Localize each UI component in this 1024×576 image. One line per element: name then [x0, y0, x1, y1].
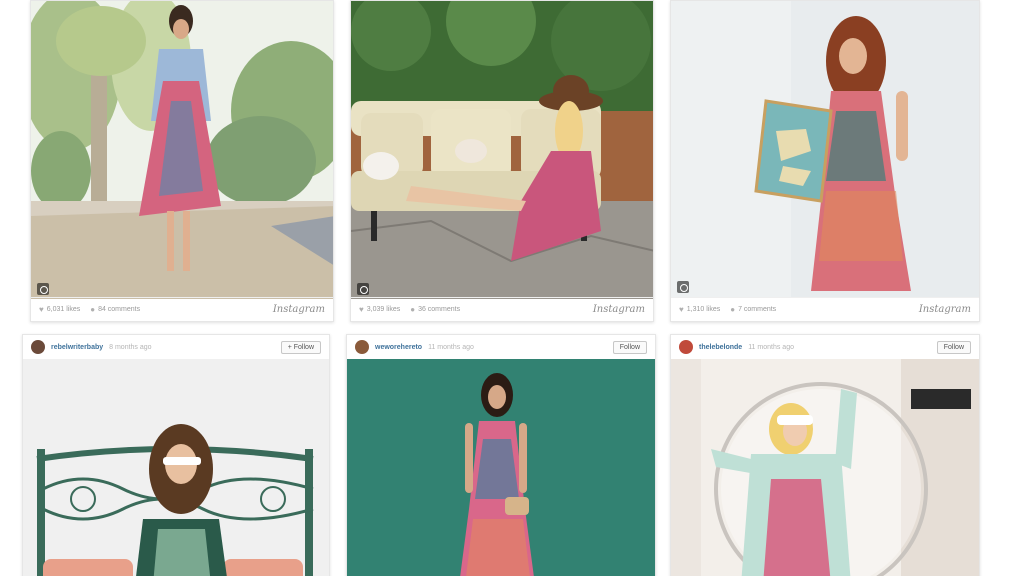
avatar[interactable]: [679, 340, 693, 354]
post-card[interactable]: ♥ 1,310 likes ● 7 comments Instagram: [670, 0, 980, 322]
follow-button[interactable]: + Follow: [280, 340, 321, 354]
patio-scene: [351, 1, 653, 299]
post-header: rebelwriterbaby 8 months ago + Follow: [23, 335, 329, 359]
post-photo[interactable]: [671, 1, 979, 297]
follow-button[interactable]: Follow: [612, 340, 647, 354]
post-footer: ♥ 3,039 likes ● 36 comments Instagram: [351, 297, 653, 321]
avatar[interactable]: [355, 340, 369, 354]
post-footer: ♥ 1,310 likes ● 7 comments Instagram: [671, 297, 979, 321]
instagram-logo[interactable]: Instagram: [919, 304, 971, 315]
post-photo[interactable]: [351, 1, 653, 299]
post-photo[interactable]: [23, 359, 329, 576]
likes-count[interactable]: ♥ 6,031 likes: [39, 305, 80, 314]
instagram-logo[interactable]: Instagram: [273, 304, 325, 315]
post-card[interactable]: thelebelonde 11 months ago Follow: [670, 334, 980, 576]
username[interactable]: weworehereto: [375, 344, 422, 351]
comment-icon: ●: [410, 305, 416, 314]
comments-count[interactable]: ● 84 comments: [90, 305, 140, 314]
comment-icon: ●: [730, 305, 736, 314]
bed-scene: [23, 359, 329, 576]
comments-count[interactable]: ● 7 comments: [730, 305, 776, 314]
time-ago: 11 months ago: [748, 343, 794, 351]
post-footer: ♥ 6,031 likes ● 84 comments Instagram: [31, 297, 333, 321]
post-card[interactable]: rebelwriterbaby 8 months ago + Follow: [22, 334, 330, 576]
post-card[interactable]: ♥ 6,031 likes ● 84 comments Instagram: [30, 0, 334, 322]
follow-button[interactable]: Follow: [936, 340, 971, 354]
likes-count[interactable]: ♥ 3,039 likes: [359, 305, 400, 314]
camera-icon: [357, 283, 369, 295]
post-photo[interactable]: [347, 359, 655, 576]
heart-icon: ♥: [679, 305, 684, 314]
username[interactable]: thelebelonde: [699, 344, 742, 351]
post-header: thelebelonde 11 months ago Follow: [671, 335, 979, 359]
garden-scene: [31, 1, 333, 299]
avatar[interactable]: [31, 340, 45, 354]
post-photo[interactable]: [671, 359, 979, 576]
camera-icon: [37, 283, 49, 295]
bubble-chair-scene: [671, 359, 979, 576]
comments-count[interactable]: ● 36 comments: [410, 305, 460, 314]
heart-icon: ♥: [39, 305, 44, 314]
time-ago: 8 months ago: [109, 343, 152, 351]
post-header: weworehereto 11 months ago Follow: [347, 335, 655, 359]
map-scene: [671, 1, 979, 297]
post-photo[interactable]: [31, 1, 333, 299]
camera-icon: [677, 281, 689, 293]
comment-icon: ●: [90, 305, 96, 314]
green-wall-scene: [347, 359, 655, 576]
username[interactable]: rebelwriterbaby: [51, 344, 103, 351]
instagram-logo[interactable]: Instagram: [593, 304, 645, 315]
post-card[interactable]: weworehereto 11 months ago Follow: [346, 334, 656, 576]
post-card[interactable]: ♥ 3,039 likes ● 36 comments Instagram: [350, 0, 654, 322]
heart-icon: ♥: [359, 305, 364, 314]
likes-count[interactable]: ♥ 1,310 likes: [679, 305, 720, 314]
time-ago: 11 months ago: [428, 343, 474, 351]
